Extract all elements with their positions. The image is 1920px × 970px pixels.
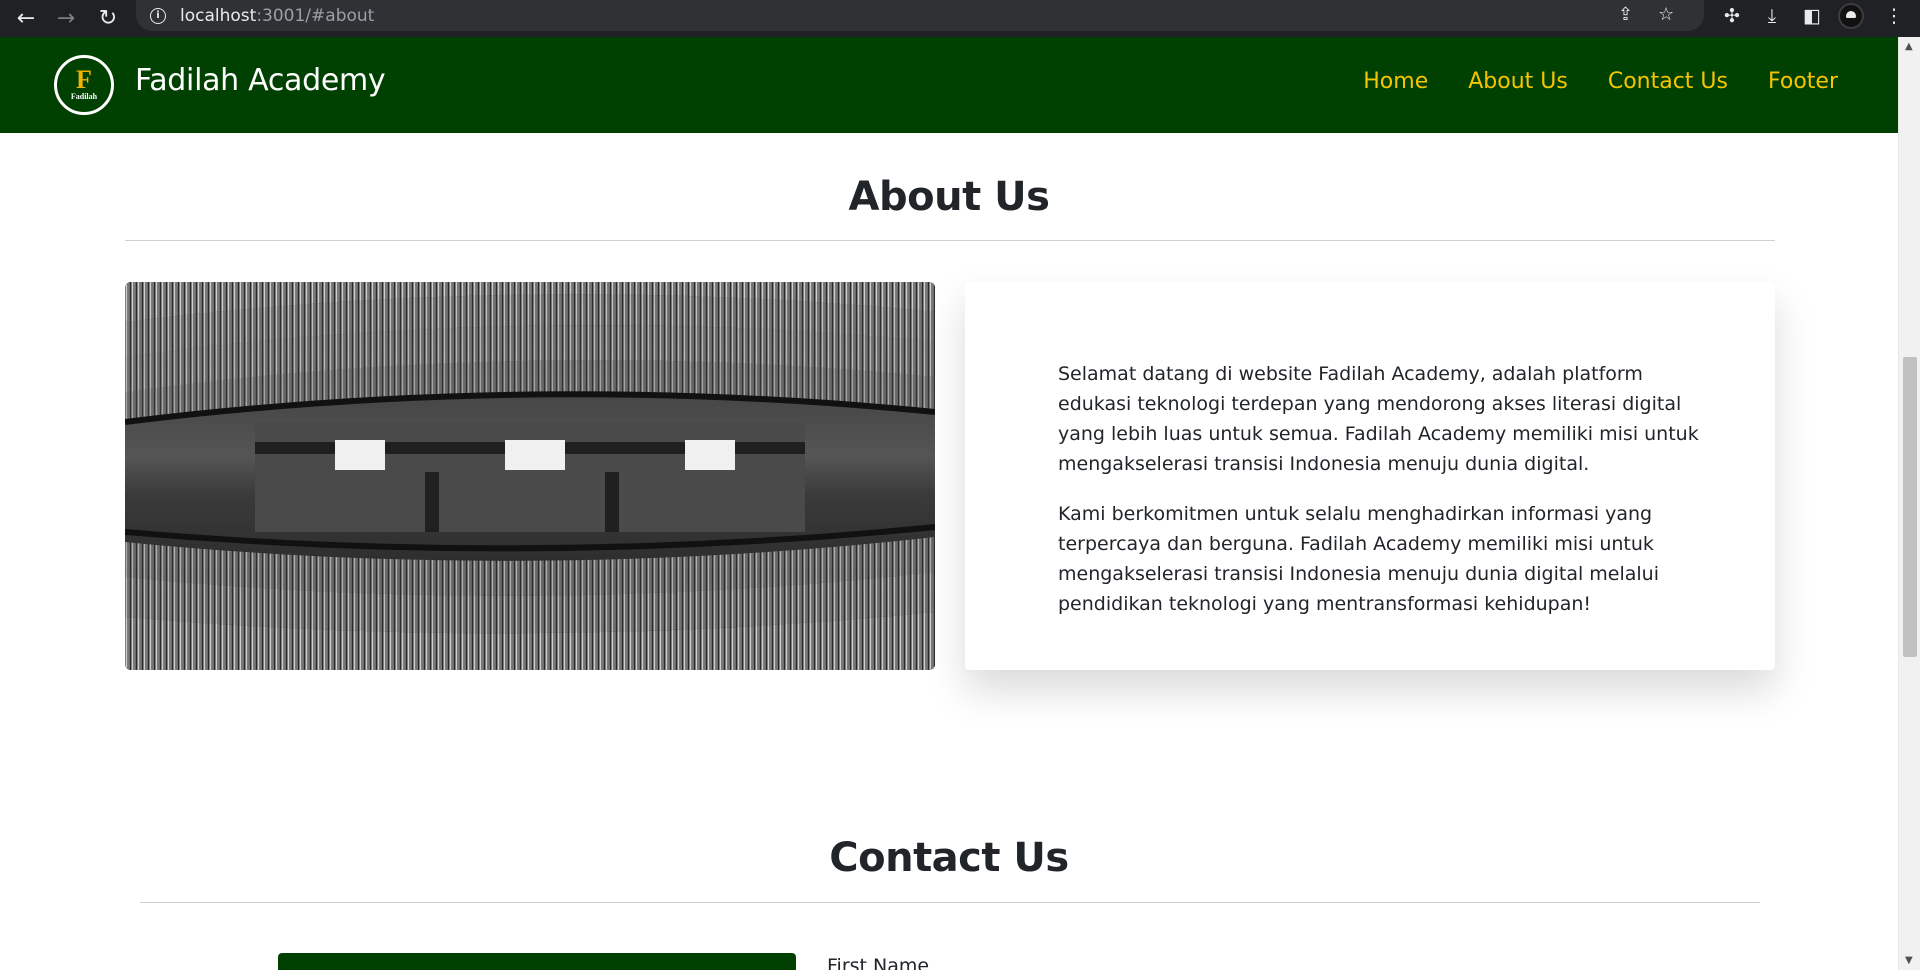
site-info-icon[interactable]: i: [150, 7, 166, 24]
nav-link-about[interactable]: About Us: [1468, 69, 1568, 94]
profile-avatar[interactable]: [1838, 3, 1864, 29]
extensions-icon[interactable]: ✣: [1716, 0, 1748, 31]
site-navbar: F Fadilah Fadilah Academy Home About Us …: [0, 37, 1898, 133]
nav-links: Home About Us Contact Us Footer: [1363, 69, 1838, 94]
about-paragraph-1: Selamat datang di website Fadilah Academ…: [1058, 363, 1699, 475]
page-viewport: F Fadilah Fadilah Academy Home About Us …: [0, 37, 1898, 970]
logo-caption: Fadilah: [70, 92, 98, 101]
address-bar[interactable]: i localhost:3001/#about ⇪ ☆: [136, 0, 1704, 31]
about-divider: [125, 240, 1775, 241]
scrollbar-thumb[interactable]: [1903, 357, 1917, 657]
forward-icon[interactable]: →: [46, 0, 86, 37]
library-image: [125, 282, 935, 670]
contact-title: Contact Us: [829, 835, 1069, 881]
browser-toolbar: ← → ↻ i localhost:3001/#about ⇪ ☆ ✣ ⤓ ◧ …: [0, 0, 1920, 37]
back-icon[interactable]: ←: [6, 0, 46, 37]
reload-icon[interactable]: ↻: [88, 0, 128, 37]
about-title: About Us: [848, 174, 1050, 220]
menu-icon[interactable]: ⋮: [1878, 0, 1910, 31]
brand-name[interactable]: Fadilah Academy: [135, 63, 386, 98]
about-text-card: Selamat datang di website Fadilah Academ…: [965, 282, 1775, 670]
first-name-label: First Name: [827, 955, 930, 970]
url-text[interactable]: localhost:3001/#about: [180, 6, 374, 26]
download-icon[interactable]: ⤓: [1756, 0, 1788, 31]
academy-logo[interactable]: F Fadilah: [54, 55, 114, 115]
contact-info-panel: [278, 953, 796, 970]
about-paragraph-2: Kami berkomitmen untuk selalu menghadirk…: [1058, 503, 1659, 615]
share-icon[interactable]: ⇪: [1618, 4, 1633, 25]
scroll-up-icon[interactable]: ▲: [1905, 41, 1913, 52]
contact-divider: [140, 902, 1760, 903]
nav-link-contact[interactable]: Contact Us: [1608, 69, 1728, 94]
logo-letter: F: [76, 65, 92, 94]
nav-link-footer[interactable]: Footer: [1768, 69, 1838, 94]
nav-link-home[interactable]: Home: [1363, 69, 1428, 94]
side-panel-icon[interactable]: ◧: [1796, 0, 1828, 31]
page-scrollbar[interactable]: ▲ ▼: [1898, 37, 1920, 970]
star-icon[interactable]: ☆: [1658, 4, 1674, 25]
scroll-down-icon[interactable]: ▼: [1905, 955, 1913, 966]
